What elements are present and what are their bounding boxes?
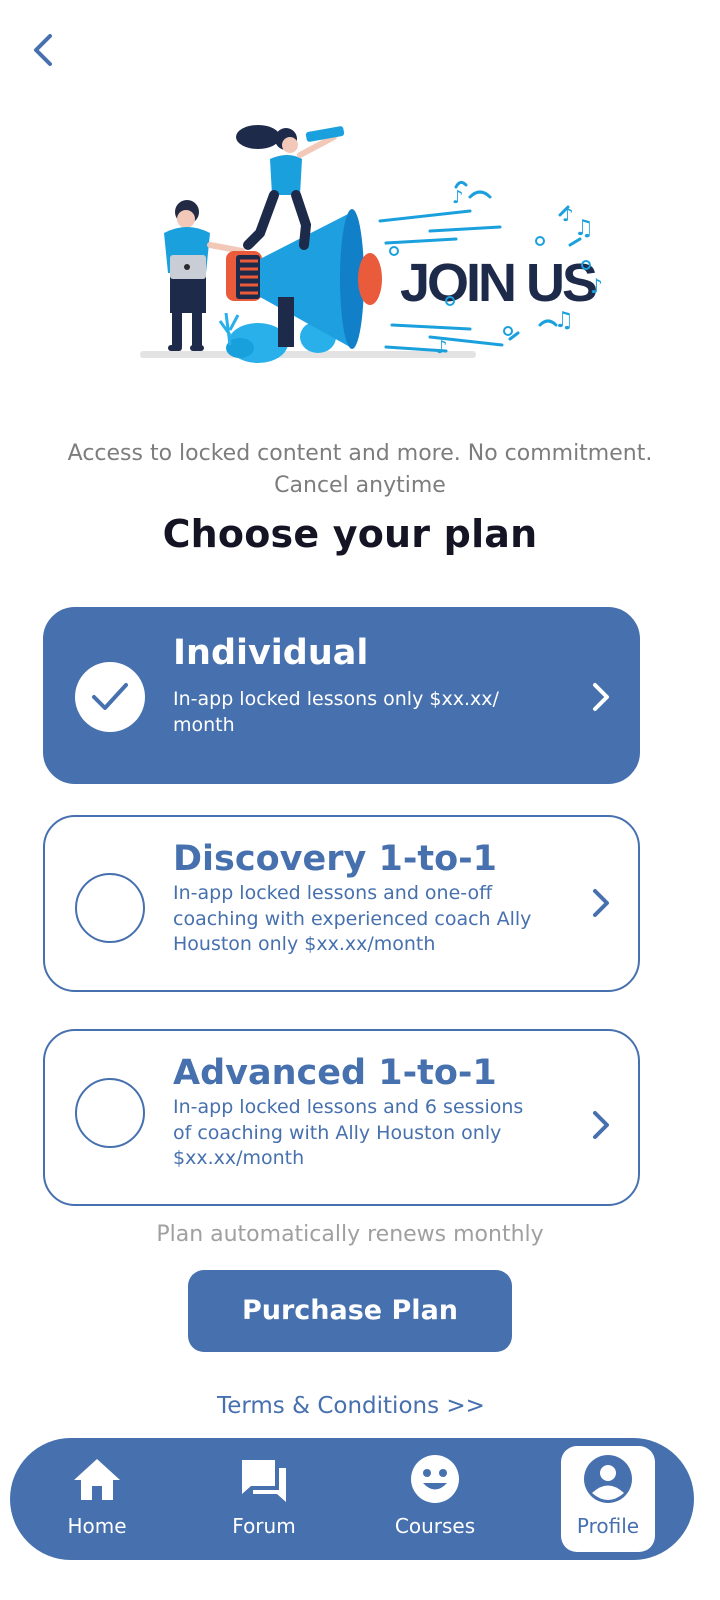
nav-item-forum[interactable]: Forum <box>217 1446 311 1552</box>
svg-text:♪: ♪ <box>590 274 603 298</box>
svg-text:♫: ♫ <box>554 308 574 333</box>
purchase-plan-button[interactable]: Purchase Plan <box>188 1270 512 1352</box>
home-icon <box>74 1459 120 1500</box>
nav-item-profile[interactable]: Profile <box>561 1446 655 1552</box>
terms-link[interactable]: Terms & Conditions >> <box>0 1393 702 1419</box>
plan-name: Discovery 1-to-1 <box>173 839 498 879</box>
bottom-nav: Home Forum Courses Profile <box>10 1438 694 1560</box>
nav-label: Forum <box>232 1514 296 1538</box>
chevron-left-icon <box>34 34 52 66</box>
plan-card-advanced[interactable]: Advanced 1-to-1 In-app locked lessons an… <box>43 1029 640 1206</box>
hero-banner-text: JOIN US <box>400 253 596 313</box>
chevron-right-icon <box>593 1111 609 1139</box>
plan-description: In-app locked lessons only $xx.xx/ month <box>173 688 499 736</box>
nav-label: Profile <box>576 1514 640 1538</box>
join-us-illustration: JOIN US ♫ ♪ ♪ ♫ ♪ ♪ <box>130 115 620 375</box>
plan-radio[interactable] <box>75 873 145 943</box>
nav-item-courses[interactable]: Courses <box>388 1446 482 1552</box>
renew-note: Plan automatically renews monthly <box>156 1222 544 1247</box>
plan-name: Individual <box>173 633 369 673</box>
nav-label: Courses <box>394 1514 476 1538</box>
svg-text:♪: ♪ <box>436 337 448 358</box>
forum-icon <box>242 1460 286 1502</box>
profile-icon <box>584 1455 632 1503</box>
svg-text:♪: ♪ <box>452 187 464 208</box>
chevron-right-icon <box>593 889 609 917</box>
plan-radio[interactable] <box>75 1078 145 1148</box>
plan-description: In-app locked lessons and 6 sessions of … <box>173 1096 524 1169</box>
subtitle-line-2: Cancel anytime <box>274 473 446 498</box>
plan-card-discovery[interactable]: Discovery 1-to-1 In-app locked lessons a… <box>43 815 640 992</box>
page-title: Choose your plan <box>162 512 538 556</box>
svg-text:♪: ♪ <box>562 205 574 226</box>
nav-label: Home <box>67 1514 127 1538</box>
plan-radio-selected[interactable] <box>75 662 145 732</box>
plan-description: In-app locked lessons and one-off coachi… <box>173 882 532 955</box>
plan-subtitle: Access to locked content and more. No co… <box>30 438 690 502</box>
svg-text:♫: ♫ <box>574 216 594 241</box>
nav-item-home[interactable]: Home <box>50 1446 144 1552</box>
smiley-icon <box>411 1455 459 1503</box>
plan-name: Advanced 1-to-1 <box>173 1053 497 1093</box>
back-button[interactable] <box>26 30 62 70</box>
plan-card-individual[interactable]: Individual In-app locked lessons only $x… <box>43 607 640 784</box>
subtitle-line-1: Access to locked content and more. No co… <box>67 441 653 466</box>
chevron-right-icon <box>593 683 609 711</box>
check-icon <box>92 683 128 710</box>
